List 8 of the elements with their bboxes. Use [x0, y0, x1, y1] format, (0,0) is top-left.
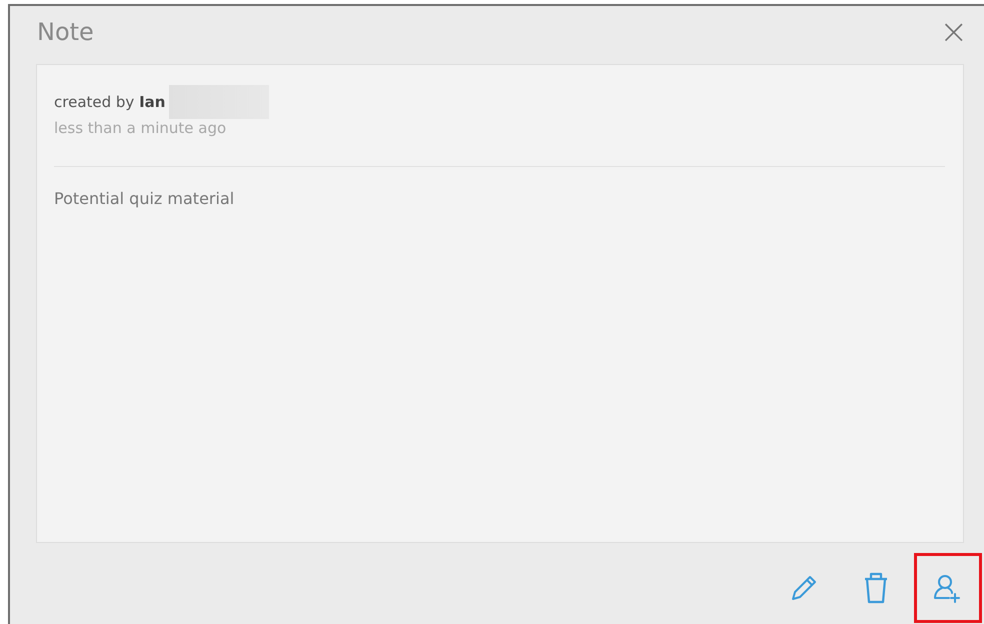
- author-line: created by Ian: [54, 92, 166, 113]
- share-button[interactable]: [914, 553, 982, 623]
- timestamp: less than a minute ago: [54, 118, 228, 139]
- close-button[interactable]: ×: [940, 15, 968, 49]
- trash-icon: [863, 572, 889, 604]
- pencil-icon: [789, 573, 819, 603]
- note-text: Potential quiz material: [54, 188, 236, 210]
- dialog-title: Note: [37, 17, 94, 48]
